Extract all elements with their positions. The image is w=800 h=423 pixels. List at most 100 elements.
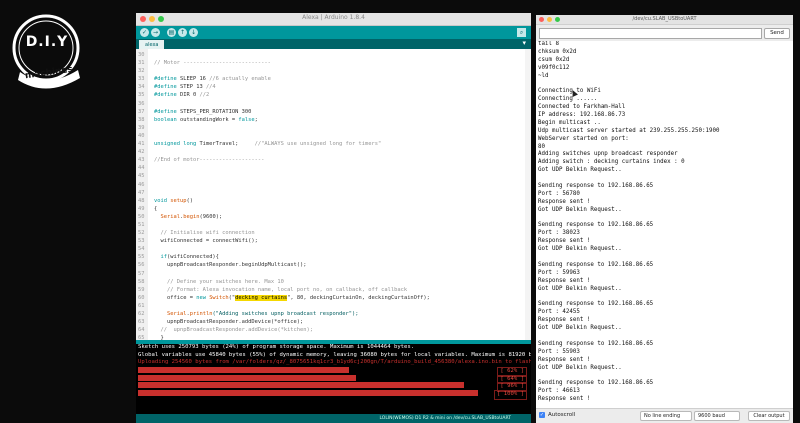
code-line[interactable]: 42 (138, 148, 531, 156)
line-number: 40 (138, 132, 145, 139)
code-line[interactable]: 53 wifiConnected = connectWifi(); (138, 237, 531, 245)
line-number: 55 (138, 254, 145, 261)
code-line[interactable]: 37 #define STEPS_PER_ROTATION 300 (138, 108, 531, 116)
open-icon[interactable]: ↑ (178, 28, 187, 37)
upload-icon[interactable]: → (151, 28, 160, 37)
progress-percent: [ 100% ] (494, 390, 527, 400)
code-line[interactable]: 44 (138, 164, 531, 172)
line-number: 45 (138, 173, 145, 180)
code-line[interactable]: 43 //End of motor-------------------- (138, 156, 531, 164)
console-line: Uploading 254560 bytes from /var/folders… (138, 359, 531, 366)
line-number: 41 (138, 141, 145, 148)
line-number: 43 (138, 157, 145, 164)
serial-input[interactable] (539, 28, 762, 39)
serial-monitor-icon[interactable]: ⌕ (517, 28, 526, 37)
serial-line (538, 333, 793, 341)
serial-title: /dev/cu.SLAB_USBtoUART (632, 16, 697, 22)
serial-line: Response sent ! (538, 356, 591, 363)
code-line[interactable]: 32 (138, 67, 531, 75)
serial-line: Port : 59963 (538, 269, 580, 276)
serial-line: Response sent ! (538, 317, 591, 324)
serial-line: v09f0c112 (538, 64, 570, 71)
line-number: 38 (138, 116, 145, 123)
serial-monitor-window: /dev/cu.SLAB_USBtoUART Send tail 8 chksum… (536, 15, 793, 423)
progress-bar (138, 390, 478, 397)
code-line[interactable]: 40 (138, 132, 531, 140)
code-line[interactable]: 60 office = new Switch("decking curtains… (138, 294, 531, 302)
upload-progress-row: [ 64% ] (136, 374, 531, 385)
code-line[interactable]: 36 (138, 100, 531, 108)
line-number: 31 (138, 60, 145, 67)
code-line[interactable]: 41 unsigned long TimerTravel; //"ALWAYS u… (138, 140, 531, 148)
code-line[interactable]: 30 (138, 51, 531, 59)
code-line[interactable]: 58 // Define your switches here. Max 10 (138, 278, 531, 286)
code-token: #define (154, 76, 180, 83)
code-line[interactable]: 48 void setup() (138, 197, 531, 205)
code-line[interactable]: 39 (138, 124, 531, 132)
code-line[interactable]: 46 (138, 181, 531, 189)
save-icon[interactable]: ↓ (189, 28, 198, 37)
baud-rate-select[interactable]: 9600 baud (694, 411, 740, 421)
code-line[interactable]: 35 #define DIR 0 //2 (138, 91, 531, 99)
code-token: ("Adding switches upnp broadcast respond… (212, 311, 359, 317)
autoscroll-checkbox[interactable]: ✓ (539, 412, 545, 418)
code-line[interactable]: 52 // Initialise wifi connection (138, 229, 531, 237)
console-line: Global variables use 45840 bytes (55%) o… (138, 351, 531, 358)
code-area[interactable]: 30 31 // Motor ---------------------------… (138, 51, 531, 340)
line-number: 56 (138, 262, 145, 269)
code-line[interactable]: 49 { (138, 205, 531, 213)
serial-line: Udp multicast server started at 239.255.… (538, 127, 720, 134)
line-number: 35 (138, 92, 145, 99)
code-line[interactable]: 50 Serial.begin(9600); (138, 213, 531, 221)
code-line[interactable]: 31 // Motor --------------------------- (138, 59, 531, 67)
line-number: 64 (138, 327, 145, 334)
serial-line: Sending response to 192.168.86.65 (538, 380, 654, 387)
tab-menu-icon[interactable]: ▾ (522, 39, 526, 47)
line-number: 42 (138, 149, 145, 156)
code-line[interactable]: 45 (138, 172, 531, 180)
code-line[interactable]: 38 boolean outstandingWork = false; (138, 116, 531, 124)
verify-icon[interactable]: ✓ (140, 28, 149, 37)
serial-line (538, 215, 793, 223)
serial-send-row: Send (536, 25, 793, 41)
code-line[interactable]: 59 // Format: Alexa invocation name, loc… (138, 286, 531, 294)
code-token: wifiConnected = connectWifi(); (154, 238, 258, 245)
code-line[interactable]: 61 (138, 302, 531, 310)
code-line[interactable]: 34 #define STEP 13 //4 (138, 83, 531, 91)
clear-output-button[interactable]: Clear output (748, 411, 790, 421)
serial-line: Port : 56780 (538, 190, 580, 197)
upload-progress-row: [ 96% ] (136, 382, 531, 393)
code-line[interactable]: 62 Serial.println("Adding switches upnp … (138, 310, 531, 318)
code-token: boolean (154, 116, 180, 123)
editor-scrollbar[interactable] (525, 49, 531, 340)
code-editor[interactable]: 30 31 // Motor ---------------------------… (136, 49, 531, 340)
autoscroll-label: Autoscroll (548, 412, 576, 418)
code-line[interactable]: 54 (138, 245, 531, 253)
code-token: SLEEP 16 (179, 76, 210, 83)
serial-line: Adding switches upnp broadcast responder (538, 151, 678, 158)
line-ending-select[interactable]: No line ending (640, 411, 692, 421)
code-line[interactable]: 47 (138, 189, 531, 197)
line-number: 63 (138, 319, 145, 326)
code-line[interactable]: 63 upnpBroadcastResponder.addDevice(*off… (138, 318, 531, 326)
code-token: false (238, 116, 255, 123)
line-number: 32 (138, 68, 145, 75)
serial-line: Connecting ...... (538, 96, 598, 103)
ide-title: Alexa | Arduino 1.8.4 (302, 14, 365, 21)
code-line[interactable]: 55 if(wifiConnected){ (138, 253, 531, 261)
serial-line: Got UDP Belkin Request.. (538, 325, 622, 332)
serial-output: tail 8 chksum 0x2d csum 0x2d v09f0c112 ~ld Co… (536, 41, 793, 409)
serial-line (538, 80, 793, 88)
serial-bottom-bar: ✓ Autoscroll No line ending 9600 baud Cl… (536, 408, 793, 423)
code-line[interactable]: 56 upnpBroadcastResponder.beginUdpMultic… (138, 261, 531, 269)
serial-line: Got UDP Belkin Request.. (538, 285, 622, 292)
code-line[interactable]: 57 (138, 270, 531, 278)
serial-line: Response sent ! (538, 198, 591, 205)
code-token: TimerTravel; (199, 141, 255, 148)
code-line[interactable]: 51 (138, 221, 531, 229)
serial-line: Sending response to 192.168.86.65 (538, 183, 654, 190)
code-line[interactable]: 33 #define SLEEP 16 //6 actually enable (138, 75, 531, 83)
send-button[interactable]: Send (764, 28, 790, 39)
code-line[interactable]: 64 // upnpBroadcastResponder.addDevice(*… (138, 326, 531, 334)
new-icon[interactable]: ▤ (167, 28, 176, 37)
